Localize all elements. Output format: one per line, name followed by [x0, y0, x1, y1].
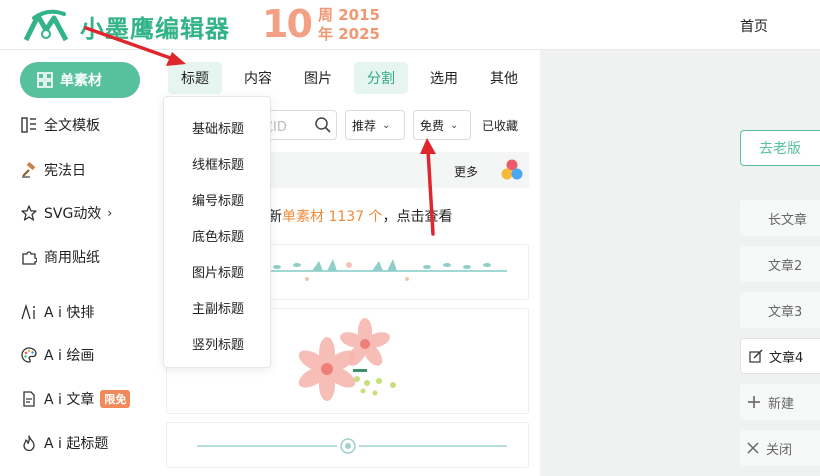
old-version-button[interactable]: 去老版 [740, 130, 820, 166]
fire-icon [20, 434, 38, 452]
brand-name[interactable]: 小墨鹰编辑器 [80, 9, 230, 44]
material-card[interactable] [166, 422, 529, 468]
article-tab-4[interactable]: 文章4 [740, 338, 820, 374]
sidebar-item-label: 商用贴纸 [44, 250, 100, 266]
anniversary-line-1: 周 2015 [318, 6, 380, 24]
dropdown-item-vertical-title[interactable]: 竖列标题 [164, 325, 272, 361]
article-tab-2[interactable]: 文章2 [740, 246, 820, 282]
grid-icon [36, 71, 54, 89]
dropdown-item-frame-title[interactable]: 线框标题 [164, 145, 272, 181]
article-tab-long[interactable]: 长文章 [740, 200, 820, 236]
chevron-down-icon: ⌄ [450, 119, 459, 131]
sidebar-item-full-template[interactable]: 全文模板 [20, 107, 140, 143]
close-icon [746, 441, 760, 455]
line-divider-image [197, 438, 507, 454]
tab-selected[interactable]: 选用 [422, 62, 466, 94]
dropdown-item-number-title[interactable]: 编号标题 [164, 181, 272, 217]
plus-icon [746, 394, 762, 410]
anniversary-number: 10 [262, 2, 313, 46]
ai-icon [20, 303, 38, 321]
chevron-right-icon: › [107, 206, 113, 220]
sidebar-item-single-material[interactable]: 单素材 [20, 62, 140, 98]
search-icon[interactable] [314, 116, 332, 138]
article-tab-3[interactable]: 文章3 [740, 292, 820, 328]
star-icon [20, 204, 38, 222]
filter-recommend-select[interactable]: 推荐 ⌄ [345, 110, 405, 140]
sidebar-item-label: A i 快排 [44, 305, 95, 321]
close-article-button[interactable]: 关闭 [740, 430, 820, 466]
sidebar-item-ai-painting[interactable]: A i 绘画 [20, 337, 140, 373]
filter-free-value: 免费 [420, 118, 445, 133]
sidebar-item-ai-layout[interactable]: A i 快排 [20, 294, 140, 330]
doc-icon [20, 390, 38, 408]
dropdown-item-main-sub-title[interactable]: 主副标题 [164, 289, 272, 325]
filter-recommend-value: 推荐 [352, 118, 377, 133]
sidebar-item-svg-animation[interactable]: SVG动效 › [20, 195, 140, 231]
close-article-label: 关闭 [766, 442, 793, 458]
free-limited-badge: 限免 [100, 390, 131, 408]
sidebar-item-label: 单素材 [60, 73, 102, 89]
sidebar-item-label: A i 文章 [44, 392, 95, 408]
notice-suffix: ，点击查看 [382, 209, 453, 225]
dropdown-item-image-title[interactable]: 图片标题 [164, 253, 272, 289]
anniversary-text: 周 2015 年 2025 [318, 6, 380, 44]
tab-divider[interactable]: 分割 [354, 62, 408, 94]
top-header: 小墨鹰编辑器 10 周 2015 年 2025 首页 [0, 0, 820, 50]
new-article-button[interactable]: 新建 [740, 384, 820, 420]
sidebar-item-label: 宪法日 [44, 163, 86, 179]
dropdown-item-basic-title[interactable]: 基础标题 [164, 109, 272, 145]
tab-image[interactable]: 图片 [296, 62, 340, 94]
color-picker-icon[interactable] [500, 158, 524, 182]
more-link[interactable]: 更多 [454, 163, 478, 180]
tab-title[interactable]: 标题 [168, 62, 222, 94]
title-category-dropdown: 基础标题 线框标题 编号标题 底色标题 图片标题 主副标题 竖列标题 [163, 96, 271, 368]
sidebar-item-label: A i 起标题 [44, 436, 109, 452]
edit-icon [749, 349, 763, 363]
new-material-notice[interactable]: 新单素材 1137 个，点击查看 [268, 206, 453, 226]
sidebar-item-ai-article[interactable]: A i 文章 限免 [20, 381, 140, 417]
article-tab-label: 文章4 [769, 350, 804, 366]
sidebar-item-ai-title[interactable]: A i 起标题 [20, 425, 140, 461]
dropdown-item-background-title[interactable]: 底色标题 [164, 217, 272, 253]
filter-free-select[interactable]: 免费 ⌄ [413, 110, 471, 140]
new-article-label: 新建 [768, 396, 795, 412]
sidebar-item-constitution-day[interactable]: 宪法日 [20, 152, 140, 188]
sidebar-item-label: A i 绘画 [44, 348, 95, 364]
sidebar-item-label: 全文模板 [44, 118, 100, 134]
tab-other[interactable]: 其他 [482, 62, 526, 94]
gavel-icon [20, 161, 38, 179]
nav-home[interactable]: 首页 [740, 16, 768, 36]
sidebar-item-label: SVG动效 [44, 206, 102, 222]
tab-content[interactable]: 内容 [236, 62, 280, 94]
notice-highlight: 单素材 1137 个 [282, 209, 383, 225]
favorites-link[interactable]: 已收藏 [482, 117, 518, 134]
puzzle-icon [20, 248, 38, 266]
logo-icon[interactable] [24, 8, 74, 42]
layout-icon [20, 116, 38, 134]
chevron-down-icon: ⌄ [382, 119, 391, 131]
sidebar-item-commercial-stickers[interactable]: 商用贴纸 [20, 239, 140, 275]
anniversary-line-2: 年 2025 [318, 25, 380, 43]
palette-icon [20, 346, 38, 364]
